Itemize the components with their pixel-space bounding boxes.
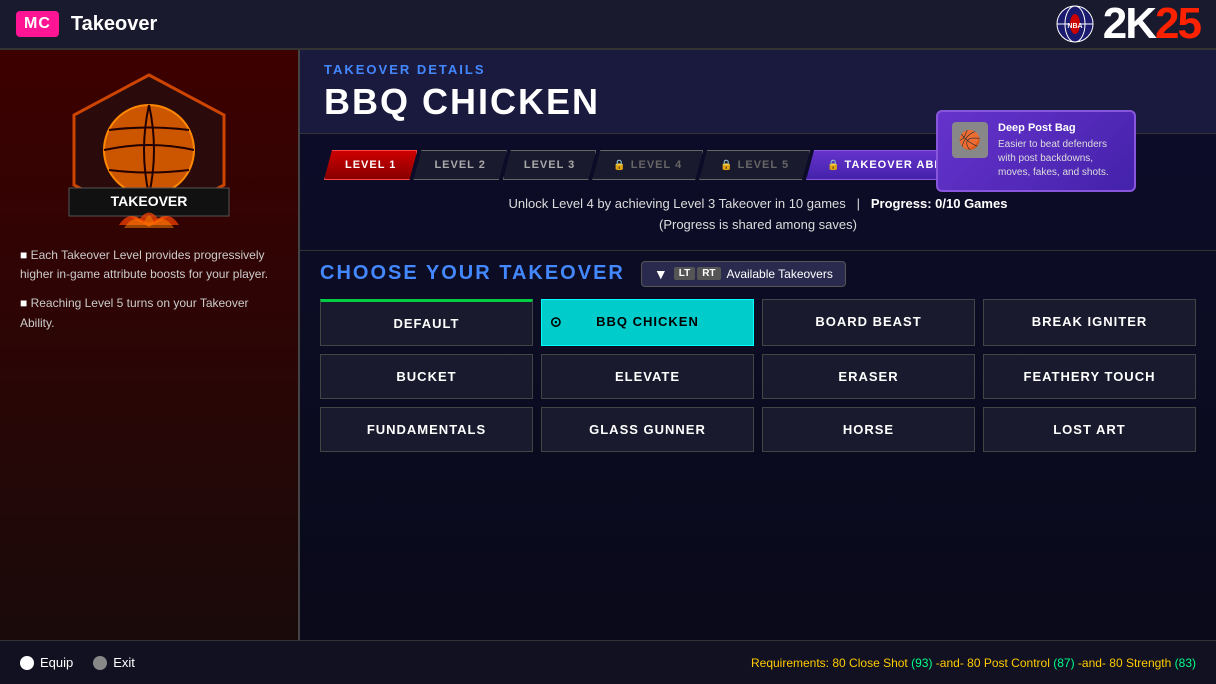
takeover-item-board-beast[interactable]: BOARD BEAST [762, 299, 975, 346]
takeover-item-glass-gunner[interactable]: GLASS GUNNER [541, 407, 754, 452]
lock-icon-ability: 🔒 [827, 160, 840, 171]
svg-text:TAKEOVER: TAKEOVER [111, 193, 188, 209]
takeover-break-igniter-label: BREAK IGNITER [1032, 314, 1148, 329]
ability-title: Deep Post Bag [998, 122, 1120, 134]
selected-icon: ⊙ [550, 314, 563, 331]
bottom-controls: Equip Exit [20, 655, 135, 670]
requirements: Requirements: 80 Close Shot (93) -and- 8… [751, 656, 1196, 670]
filter-tags: LT RT [674, 267, 721, 280]
takeover-lost-art-label: LOST ART [1053, 422, 1126, 437]
left-info: Each Takeover Level provides progressive… [20, 246, 278, 343]
top-bar-left: MC Takeover [16, 11, 157, 37]
exit-label: Exit [113, 655, 135, 670]
takeover-item-horse[interactable]: HORSE [762, 407, 975, 452]
takeover-bucket-label: BUCKET [396, 369, 456, 384]
choose-header: CHOOSE YOUR TAKEOVER ▼ LT RT Available T… [320, 261, 1196, 287]
page-title: Takeover [71, 13, 157, 36]
filter-tag-lt: LT [674, 267, 695, 280]
choose-section: CHOOSE YOUR TAKEOVER ▼ LT RT Available T… [300, 251, 1216, 462]
mc-logo: MC [16, 11, 59, 37]
filter-icon: ▼ [654, 266, 668, 282]
lock-icon-4: 🔒 [613, 160, 626, 171]
req2-value: (87) [1053, 656, 1074, 670]
bottom-bar: Equip Exit Requirements: 80 Close Shot (… [0, 640, 1216, 684]
exit-control: Exit [93, 655, 135, 670]
ability-text: Deep Post Bag Easier to beat defenders w… [998, 122, 1120, 180]
takeover-grid: DEFAULT ⊙ BBQ CHICKEN BOARD BEAST BREAK … [320, 299, 1196, 452]
filter-button[interactable]: ▼ LT RT Available Takeovers [641, 261, 846, 287]
tab-level-5[interactable]: 🔒 LEVEL 5 [699, 150, 810, 180]
tab-level-1[interactable]: LEVEL 1 [324, 150, 417, 180]
takeover-board-beast-label: BOARD BEAST [815, 314, 921, 329]
takeover-item-fundamentals[interactable]: FUNDAMENTALS [320, 407, 533, 452]
takeover-item-default[interactable]: DEFAULT [320, 299, 533, 346]
takeover-elevate-label: ELEVATE [615, 369, 680, 384]
progress-shared-note: (Progress is shared among saves) [324, 215, 1192, 236]
equip-control: Equip [20, 655, 73, 670]
ability-description: Easier to beat defenders with post backd… [998, 138, 1120, 180]
exit-button-indicator [93, 656, 107, 670]
ability-card: 🏀 Deep Post Bag Easier to beat defenders… [936, 110, 1136, 192]
right-panel: 🏀 Deep Post Bag Easier to beat defenders… [300, 50, 1216, 640]
tab-level-4-label: LEVEL 4 [631, 159, 682, 171]
takeover-item-bbq-chicken[interactable]: ⊙ BBQ CHICKEN [541, 299, 754, 346]
tab-level-5-label: LEVEL 5 [738, 159, 789, 171]
takeover-item-elevate[interactable]: ELEVATE [541, 354, 754, 399]
filter-label: Available Takeovers [727, 267, 833, 281]
takeover-glass-gunner-label: GLASS GUNNER [589, 422, 706, 437]
takeover-horse-label: HORSE [843, 422, 894, 437]
takeover-item-break-igniter[interactable]: BREAK IGNITER [983, 299, 1196, 346]
req1-stat: 80 Close Shot [832, 656, 907, 670]
requirements-label: Requirements: [751, 656, 829, 670]
tab-level-1-label: LEVEL 1 [345, 159, 396, 171]
tab-level-2-label: LEVEL 2 [434, 159, 485, 171]
takeover-feathery-touch-label: FEATHERY TOUCH [1024, 369, 1156, 384]
takeover-item-lost-art[interactable]: LOST ART [983, 407, 1196, 452]
logo-25: 25 [1155, 2, 1200, 46]
takeover-item-eraser[interactable]: ERASER [762, 354, 975, 399]
nba-shield-icon: NBA [1055, 4, 1095, 44]
svg-text:NBA: NBA [1067, 23, 1082, 30]
main-layout: TAKEOVER Each Takeover Level provides pr… [0, 50, 1216, 640]
ability-icon: 🏀 [952, 122, 988, 158]
req2-stat: 80 Post Control [967, 656, 1050, 670]
progress-text: Unlock Level 4 by achieving Level 3 Take… [509, 196, 846, 211]
progress-message: Unlock Level 4 by achieving Level 3 Take… [324, 194, 1192, 215]
filter-tag-rt: RT [697, 267, 720, 280]
left-info-2: Reaching Level 5 turns on your Takeover … [20, 294, 278, 332]
req3-value: (83) [1175, 656, 1196, 670]
progress-count: Progress: 0/10 Games [871, 196, 1008, 211]
equip-label: Equip [40, 655, 73, 670]
takeover-badge-graphic: TAKEOVER [59, 70, 239, 230]
left-info-1: Each Takeover Level provides progressive… [20, 246, 278, 284]
req1-value: (93) [911, 656, 932, 670]
tab-level-2[interactable]: LEVEL 2 [413, 150, 506, 180]
and1: -and- [936, 656, 964, 670]
equip-button-indicator [20, 656, 34, 670]
details-title-label: TAKEOVER DETAILS [324, 62, 1192, 77]
choose-title: CHOOSE YOUR TAKEOVER [320, 262, 625, 285]
req3-stat: 80 Strength [1109, 656, 1171, 670]
logo-text: 2K 25 [1103, 2, 1200, 46]
tab-level-3[interactable]: LEVEL 3 [503, 150, 596, 180]
left-panel: TAKEOVER Each Takeover Level provides pr… [0, 50, 300, 640]
takeover-bbq-chicken-label: BBQ CHICKEN [596, 314, 699, 329]
tab-level-3-label: LEVEL 3 [524, 159, 575, 171]
nba-2k25-logo: NBA 2K 25 [1055, 2, 1200, 46]
logo-2k: 2K [1103, 2, 1155, 46]
takeover-badge: TAKEOVER [59, 70, 239, 230]
takeover-item-feathery-touch[interactable]: FEATHERY TOUCH [983, 354, 1196, 399]
takeover-default-label: DEFAULT [394, 316, 460, 331]
tab-level-4[interactable]: 🔒 LEVEL 4 [592, 150, 703, 180]
takeover-eraser-label: ERASER [838, 369, 898, 384]
takeover-item-bucket[interactable]: BUCKET [320, 354, 533, 399]
top-bar: MC Takeover NBA 2K 25 [0, 0, 1216, 50]
lock-icon-5: 🔒 [720, 160, 733, 171]
and2: -and- [1078, 656, 1106, 670]
takeover-fundamentals-label: FUNDAMENTALS [367, 422, 486, 437]
